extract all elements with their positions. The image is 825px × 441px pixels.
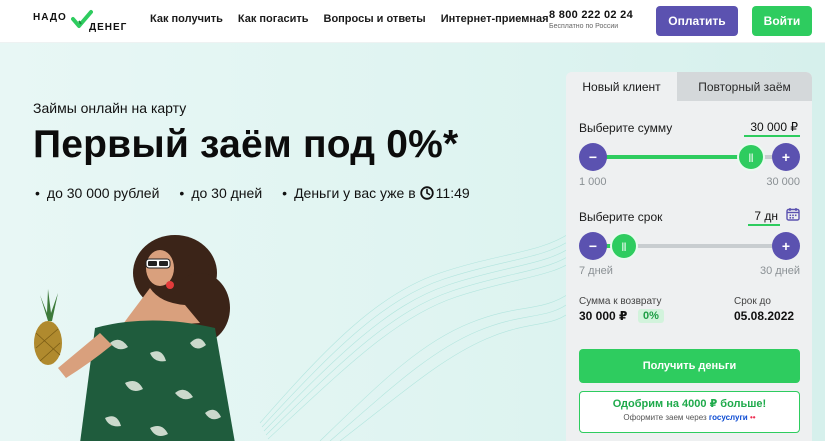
term-min: 7 дней bbox=[579, 265, 613, 277]
term-label: Выберите срок bbox=[579, 210, 663, 224]
logo-word-1: НАДО bbox=[33, 12, 67, 23]
bullet-term: до 30 дней bbox=[179, 185, 262, 201]
phone-number[interactable]: 8 800 222 02 24 bbox=[549, 9, 633, 21]
hero-woman-image bbox=[34, 235, 235, 441]
logo[interactable]: НАДО ДЕНЕГ bbox=[33, 9, 135, 35]
minus-icon[interactable]: − bbox=[579, 232, 607, 260]
bullet-amount: до 30 000 рублей bbox=[35, 185, 160, 201]
hero-section: Займы онлайн на карту Первый заём под 0%… bbox=[0, 43, 825, 441]
phone-block: 8 800 222 02 24 Бесплатно по России bbox=[549, 9, 633, 30]
nav-how-to-repay[interactable]: Как погасить bbox=[238, 13, 309, 25]
return-label: Сумма к возврату bbox=[579, 296, 662, 307]
client-tabs: Новый клиент Повторный заём bbox=[566, 72, 812, 101]
hero-subtitle: Займы онлайн на карту bbox=[33, 100, 187, 116]
due-value: 05.08.2022 bbox=[734, 309, 795, 323]
gosuslugi-dots: •• bbox=[749, 413, 756, 422]
hero-title: Первый заём под 0%* bbox=[33, 123, 459, 166]
tab-repeat-loan[interactable]: Повторный заём bbox=[677, 72, 812, 101]
bullet-time: 11:49 bbox=[435, 185, 470, 201]
amount-value-input[interactable]: 30 000 ₽ bbox=[744, 120, 800, 137]
amount-label: Выберите сумму bbox=[579, 121, 673, 135]
return-value: 30 000 ₽ bbox=[579, 309, 628, 323]
loan-calculator: Новый клиент Повторный заём Выберите сум… bbox=[566, 72, 812, 441]
minus-icon[interactable]: − bbox=[579, 143, 607, 171]
plus-icon[interactable]: + bbox=[772, 232, 800, 260]
clock-icon bbox=[419, 186, 434, 200]
hero-bullets: до 30 000 рублей до 30 дней Деньги у вас… bbox=[35, 185, 470, 201]
gosuslugi-promo[interactable]: Одобрим на 4000 ₽ больше! Оформите заем … bbox=[579, 391, 800, 433]
percent-badge: 0% bbox=[638, 309, 664, 323]
pay-button[interactable]: Оплатить bbox=[656, 6, 738, 36]
amount-slider-fill bbox=[593, 155, 751, 159]
logo-word-2: ДЕНЕГ bbox=[89, 22, 128, 33]
nav-reception[interactable]: Интернет-приемная bbox=[441, 13, 549, 25]
gosuslugi-logo[interactable]: госуслуги bbox=[709, 413, 748, 422]
bullet-speed-text: Деньги у вас уже в bbox=[294, 185, 416, 201]
amount-slider[interactable]: ||| − + bbox=[579, 143, 800, 171]
promo-sub-text: Оформите заем через bbox=[623, 413, 707, 422]
amount-max: 30 000 bbox=[766, 176, 800, 188]
login-button[interactable]: Войти bbox=[752, 6, 812, 36]
tab-new-client[interactable]: Новый клиент bbox=[566, 72, 677, 101]
term-max: 30 дней bbox=[759, 265, 800, 277]
nav-how-to-get[interactable]: Как получить bbox=[150, 13, 223, 25]
nav-faq[interactable]: Вопросы и ответы bbox=[324, 13, 426, 25]
amount-min: 1 000 bbox=[579, 176, 607, 188]
site-header: НАДО ДЕНЕГ Как получить Как погасить Воп… bbox=[0, 0, 825, 43]
term-value-input[interactable]: 7 дн bbox=[748, 209, 780, 226]
plus-icon[interactable]: + bbox=[772, 143, 800, 171]
amount-slider-thumb[interactable]: ||| bbox=[736, 143, 765, 171]
main-nav: Как получить Как погасить Вопросы и отве… bbox=[150, 13, 549, 25]
term-slider-thumb[interactable]: ||| bbox=[609, 232, 638, 260]
phone-note: Бесплатно по России bbox=[549, 23, 619, 30]
get-money-button[interactable]: Получить деньги bbox=[579, 349, 800, 383]
promo-subtitle: Оформите заем через госуслуги •• bbox=[580, 413, 799, 422]
due-label: Срок до bbox=[734, 296, 771, 307]
term-slider[interactable]: ||| − + bbox=[579, 232, 800, 260]
calendar-icon[interactable] bbox=[786, 207, 800, 221]
promo-title: Одобрим на 4000 ₽ больше! bbox=[612, 398, 767, 410]
bullet-speed: Деньги у вас уже в 11:49 bbox=[282, 185, 470, 201]
